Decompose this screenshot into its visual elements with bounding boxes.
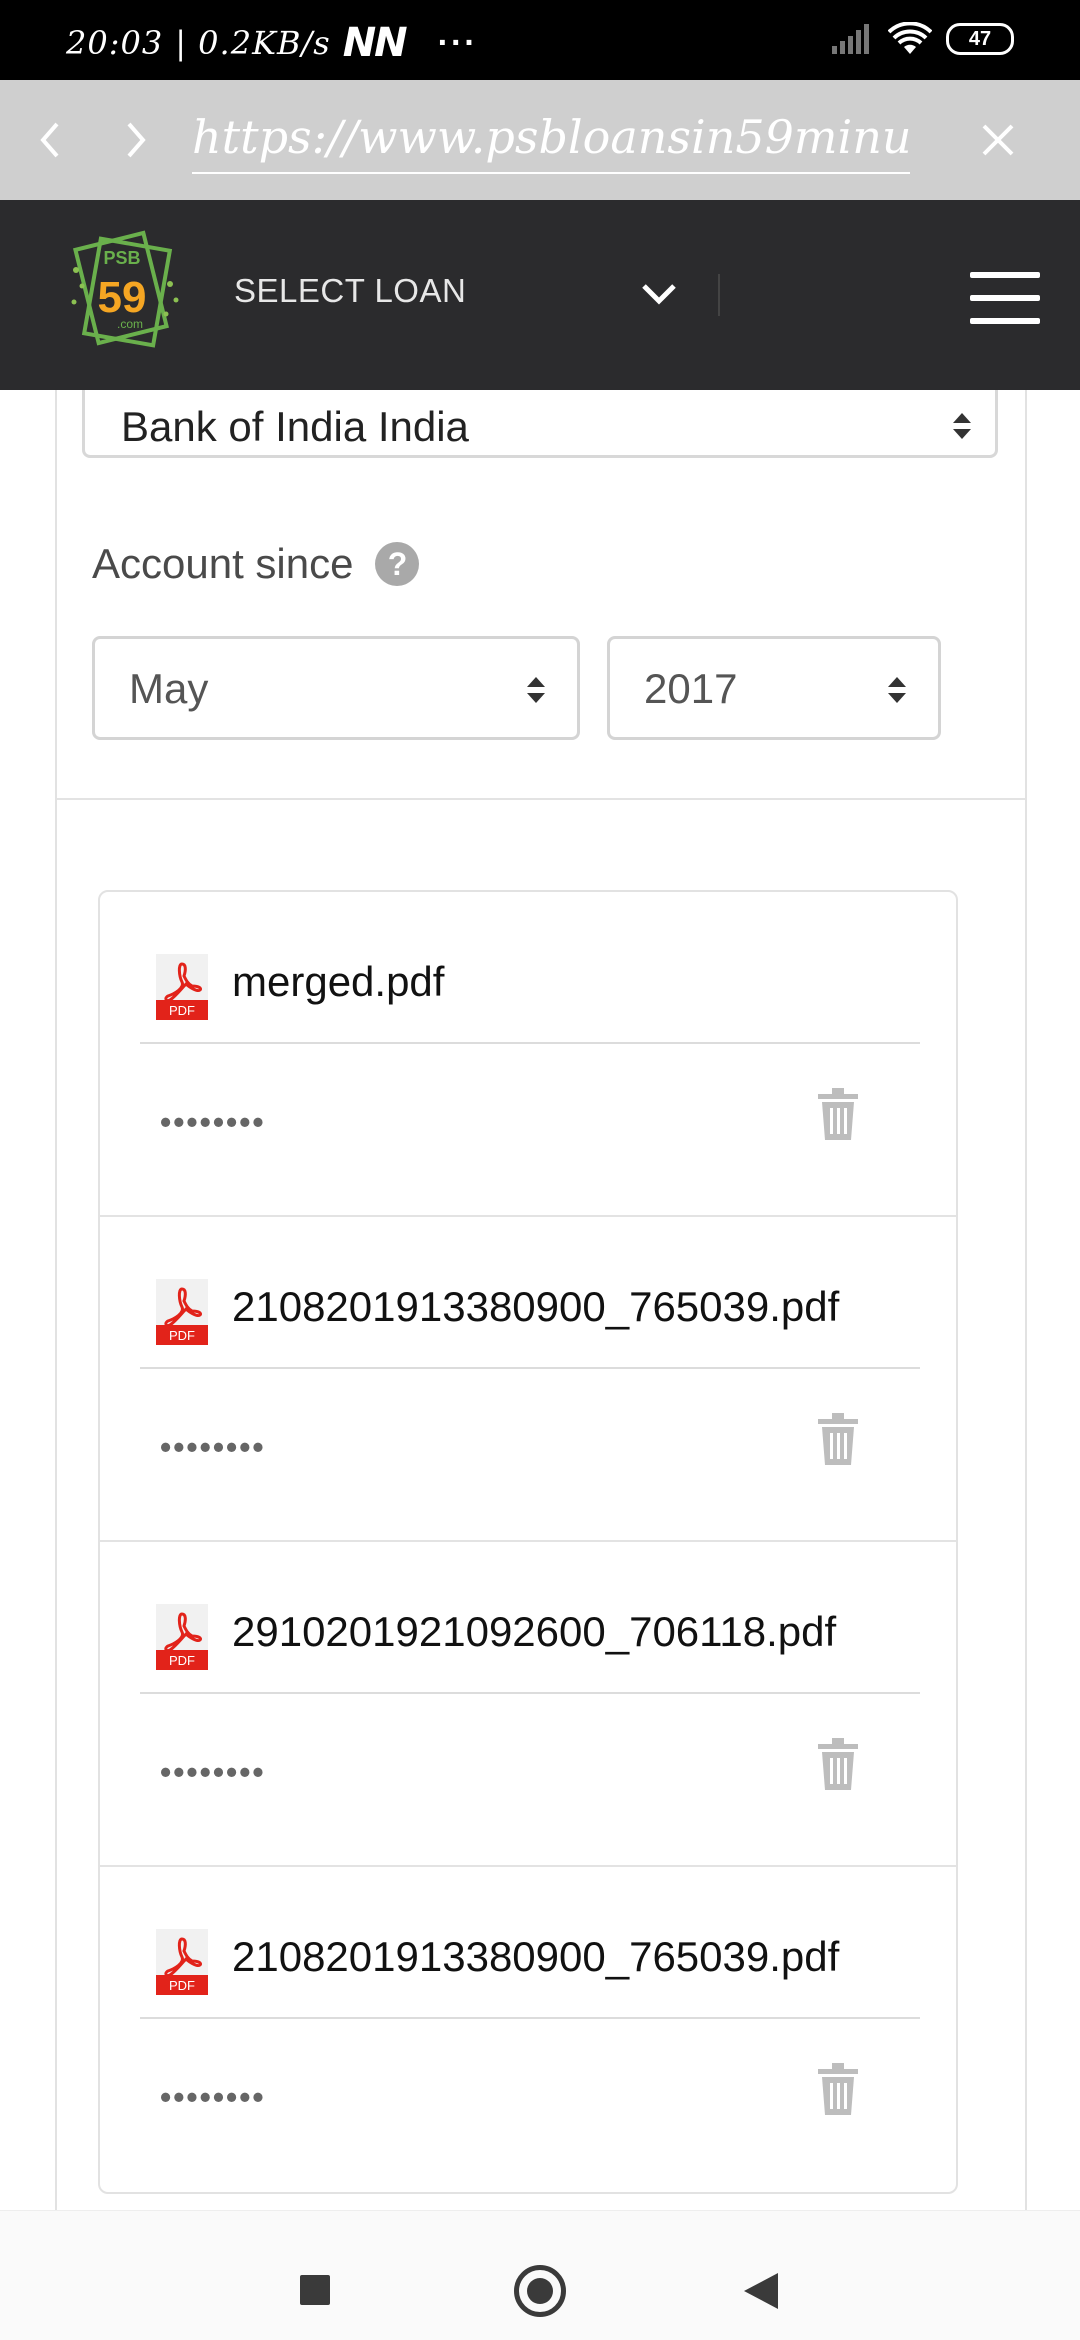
site-header: PSB 59 .com SELECT LOAN <box>0 200 1080 390</box>
svg-text:PDF: PDF <box>169 1003 195 1018</box>
wifi-icon <box>888 22 932 54</box>
file-header: PDF merged.pdf <box>140 892 920 1044</box>
file-header: PDF 2910201921092600_706118.pdf <box>140 1542 920 1694</box>
password-mask[interactable]: •••••••• <box>160 1104 266 1141</box>
browser-bar: https://www.psbloansin59minutes.com <box>0 80 1080 200</box>
hamburger-menu-icon[interactable] <box>970 272 1040 324</box>
recents-icon[interactable] <box>300 2275 330 2305</box>
carrier-icon: NN <box>342 20 408 66</box>
year-select-value: 2017 <box>644 665 738 712</box>
bank-select[interactable]: Bank of India India <box>82 390 998 458</box>
header-divider <box>718 274 720 316</box>
status-time: 20:03 <box>66 24 164 62</box>
svg-text:PDF: PDF <box>169 1653 195 1668</box>
more-notifications-icon: ··· <box>437 23 478 62</box>
svg-text:.com: .com <box>117 317 143 331</box>
account-since-label: Account since <box>92 540 354 587</box>
pdf-file-icon: PDF <box>156 1279 208 1345</box>
month-select-value: May <box>129 665 209 712</box>
page-content: Bank of India India Account since ? May … <box>0 390 1080 2210</box>
status-right: 47 <box>832 22 1014 56</box>
trash-icon[interactable] <box>818 1738 858 1790</box>
sort-arrows-icon <box>888 677 906 703</box>
account-since-row: Account since ? <box>92 540 420 588</box>
trash-icon[interactable] <box>818 1088 858 1140</box>
svg-text:PSB: PSB <box>103 248 140 268</box>
chevron-down-icon[interactable] <box>636 272 682 318</box>
month-select[interactable]: May <box>92 636 580 740</box>
pdf-file-icon: PDF <box>156 1604 208 1670</box>
year-select[interactable]: 2017 <box>607 636 941 740</box>
file-item: PDF 2108201913380900_765039.pdf •••••••• <box>100 1217 956 1542</box>
close-icon[interactable] <box>966 108 1030 172</box>
home-icon[interactable] <box>514 2265 566 2317</box>
file-name[interactable]: 2910201921092600_706118.pdf <box>232 1608 836 1656</box>
pdf-file-icon: PDF <box>156 1929 208 1995</box>
forward-icon[interactable] <box>104 108 168 172</box>
file-item: PDF 2108201913380900_765039.pdf •••••••• <box>100 1867 956 2192</box>
trash-icon[interactable] <box>818 2063 858 2115</box>
select-loan-label[interactable]: SELECT LOAN <box>234 272 466 310</box>
password-mask[interactable]: •••••••• <box>160 1754 266 1791</box>
back-icon[interactable] <box>18 108 82 172</box>
sort-arrows-icon <box>953 413 971 439</box>
bank-select-value: Bank of India India <box>121 403 469 450</box>
svg-text:59: 59 <box>98 273 147 322</box>
sort-arrows-icon <box>527 677 545 703</box>
file-name[interactable]: 2108201913380900_765039.pdf <box>232 1283 839 1331</box>
signal-icon <box>832 24 869 54</box>
file-header: PDF 2108201913380900_765039.pdf <box>140 1867 920 2019</box>
battery-icon: 47 <box>946 23 1014 55</box>
android-nav-bar <box>0 2210 1080 2340</box>
uploaded-files-list: PDF merged.pdf •••••••• PDF 210820191338… <box>98 890 958 2194</box>
svg-text:PDF: PDF <box>169 1978 195 1993</box>
status-bar: 20:03 | 0.2KB/s NN ··· 47 <box>0 0 1080 80</box>
url-field[interactable]: https://www.psbloansin59minutes.com <box>192 100 910 174</box>
file-name[interactable]: merged.pdf <box>232 958 444 1006</box>
file-item: PDF merged.pdf •••••••• <box>100 892 956 1217</box>
pdf-file-icon: PDF <box>156 954 208 1020</box>
psb-logo[interactable]: PSB 59 .com <box>66 226 186 356</box>
password-mask[interactable]: •••••••• <box>160 1429 266 1466</box>
file-item: PDF 2910201921092600_706118.pdf •••••••• <box>100 1542 956 1867</box>
back-triangle-icon[interactable] <box>742 2271 778 2311</box>
file-name[interactable]: 2108201913380900_765039.pdf <box>232 1933 839 1981</box>
network-speed: | 0.2KB/s <box>175 24 331 62</box>
help-icon[interactable]: ? <box>375 542 420 586</box>
status-left: 20:03 | 0.2KB/s NN ··· <box>66 20 478 66</box>
svg-text:PDF: PDF <box>169 1328 195 1343</box>
file-header: PDF 2108201913380900_765039.pdf <box>140 1217 920 1369</box>
section-divider <box>57 798 1025 800</box>
password-mask[interactable]: •••••••• <box>160 2079 266 2116</box>
trash-icon[interactable] <box>818 1413 858 1465</box>
